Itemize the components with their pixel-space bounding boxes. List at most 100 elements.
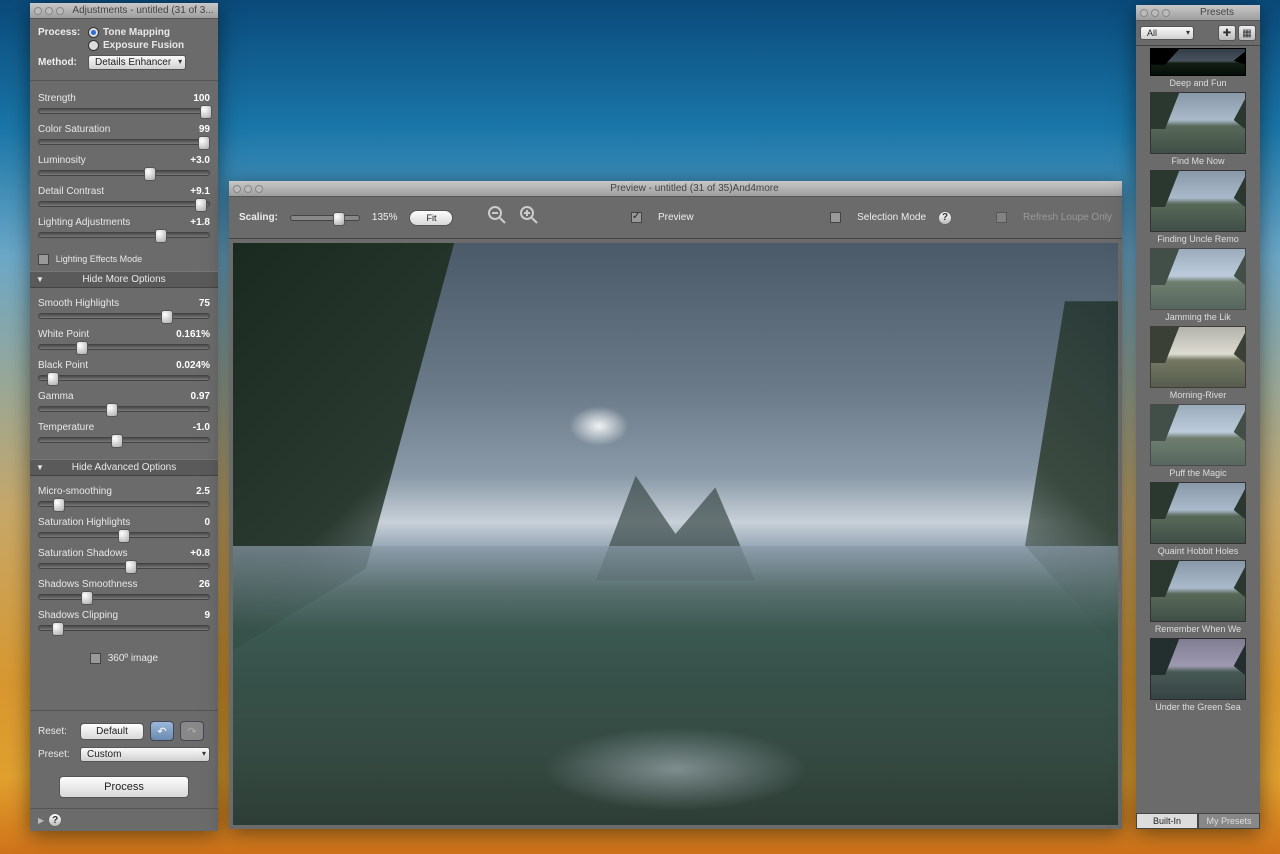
slider-thumb[interactable] — [155, 229, 167, 243]
preview-titlebar[interactable]: Preview - untitled (31 of 35)And4more — [229, 181, 1122, 197]
preset-item[interactable]: Puff the Magic — [1144, 404, 1252, 478]
exposure-fusion-radio[interactable] — [88, 40, 99, 51]
preset-item[interactable]: Quaint Hobbit Holes — [1144, 482, 1252, 556]
slider-thumb[interactable] — [195, 198, 207, 212]
preview-check-label: Preview — [658, 212, 694, 223]
360-image-check[interactable] — [90, 653, 101, 664]
zoom-out-icon[interactable] — [487, 205, 507, 230]
zoom-icon[interactable] — [56, 7, 64, 15]
preset-select[interactable]: Custom — [80, 747, 210, 762]
preset-thumb[interactable] — [1150, 170, 1246, 232]
close-icon[interactable] — [233, 185, 241, 193]
preset-thumb[interactable] — [1150, 404, 1246, 466]
add-preset-button[interactable]: ✚ — [1218, 25, 1236, 41]
help-icon[interactable]: ? — [938, 211, 952, 225]
fit-button[interactable]: Fit — [409, 210, 453, 226]
hide-more-options-header[interactable]: ▼ Hide More Options — [30, 271, 218, 288]
undo-button[interactable]: ↶ — [150, 721, 174, 741]
slider-thumb[interactable] — [106, 403, 118, 417]
slider-track[interactable] — [38, 139, 210, 145]
process-button[interactable]: Process — [59, 776, 189, 798]
redo-button[interactable]: ↷ — [180, 721, 204, 741]
slider-detail-contrast: Detail Contrast+9.1 — [38, 186, 210, 207]
slider-thumb[interactable] — [198, 136, 210, 150]
slider-thumb[interactable] — [53, 498, 65, 512]
tone-mapping-label[interactable]: Tone Mapping — [103, 27, 170, 38]
preview-image-area[interactable] — [229, 239, 1122, 829]
builtin-tab[interactable]: Built-In — [1136, 813, 1198, 829]
minimize-icon[interactable] — [45, 7, 53, 15]
help-icon[interactable]: ? — [48, 813, 62, 827]
preset-item[interactable]: Morning-River — [1144, 326, 1252, 400]
slider-track[interactable] — [38, 501, 210, 507]
slider-track[interactable] — [38, 625, 210, 631]
preset-list[interactable]: Deep and Fun Find Me NowFinding Uncle Rem… — [1136, 46, 1260, 813]
slider-thumb[interactable] — [52, 622, 64, 636]
slider-thumb[interactable] — [118, 529, 130, 543]
selection-mode-check[interactable] — [830, 212, 841, 223]
zoom-icon[interactable] — [255, 185, 263, 193]
slider-track[interactable] — [38, 594, 210, 600]
preset-item[interactable]: Jamming the Lik — [1144, 248, 1252, 322]
slider-track[interactable] — [38, 170, 210, 176]
preset-thumb[interactable] — [1150, 560, 1246, 622]
slider-track[interactable] — [38, 201, 210, 207]
main-sliders: Strength100Color Saturation99Luminosity+… — [30, 83, 218, 254]
slider-thumb[interactable] — [161, 310, 173, 324]
slider-thumb[interactable] — [144, 167, 156, 181]
minimize-icon[interactable] — [244, 185, 252, 193]
presets-titlebar[interactable]: Presets — [1136, 5, 1260, 21]
adjustments-titlebar[interactable]: Adjustments - untitled (31 of 3... — [30, 3, 218, 19]
preset-thumb[interactable] — [1150, 48, 1246, 76]
slider-label: Detail Contrast — [38, 186, 104, 197]
slider-thumb[interactable] — [47, 372, 59, 386]
preset-thumb[interactable] — [1150, 482, 1246, 544]
tone-mapping-radio[interactable] — [88, 27, 99, 38]
slider-track[interactable] — [38, 406, 210, 412]
scaling-slider[interactable] — [290, 215, 360, 221]
slider-thumb[interactable] — [125, 560, 137, 574]
slider-track[interactable] — [38, 437, 210, 443]
slider-thumb[interactable] — [200, 105, 212, 119]
slider-shadows-clipping: Shadows Clipping9 — [38, 610, 210, 631]
selection-mode-label: Selection Mode — [857, 212, 926, 223]
slider-track[interactable] — [38, 344, 210, 350]
minimize-icon[interactable] — [1151, 9, 1159, 17]
slider-track[interactable] — [38, 532, 210, 538]
grid-view-button[interactable]: ▦ — [1238, 25, 1256, 41]
refresh-loupe-check[interactable] — [996, 212, 1007, 223]
presets-title: Presets — [1178, 7, 1256, 18]
preset-item[interactable]: Remember When We — [1144, 560, 1252, 634]
close-icon[interactable] — [1140, 9, 1148, 17]
preset-item[interactable]: Finding Uncle Remo — [1144, 170, 1252, 244]
slider-thumb[interactable] — [76, 341, 88, 355]
slider-track[interactable] — [38, 232, 210, 238]
preset-item[interactable]: Under the Green Sea — [1144, 638, 1252, 712]
slider-thumb[interactable] — [81, 591, 93, 605]
exposure-fusion-label[interactable]: Exposure Fusion — [103, 40, 184, 51]
close-icon[interactable] — [34, 7, 42, 15]
zoom-icon[interactable] — [1162, 9, 1170, 17]
preset-label: Deep and Fun — [1144, 78, 1252, 88]
lighting-effects-check[interactable] — [38, 254, 49, 265]
zoom-in-icon[interactable] — [519, 205, 539, 230]
slider-black-point: Black Point0.024% — [38, 360, 210, 381]
method-select[interactable]: Details Enhancer — [88, 55, 186, 70]
preset-item[interactable]: Deep and Fun — [1144, 48, 1252, 88]
slider-track[interactable] — [38, 375, 210, 381]
disclosure-icon[interactable]: ▶ — [38, 816, 44, 825]
preset-thumb[interactable] — [1150, 92, 1246, 154]
slider-thumb[interactable] — [111, 434, 123, 448]
preview-check[interactable] — [631, 212, 642, 223]
preset-item[interactable]: Find Me Now — [1144, 92, 1252, 166]
my-presets-tab[interactable]: My Presets — [1198, 813, 1260, 829]
default-button[interactable]: Default — [80, 723, 144, 740]
preset-thumb[interactable] — [1150, 248, 1246, 310]
preset-thumb[interactable] — [1150, 638, 1246, 700]
slider-track[interactable] — [38, 313, 210, 319]
slider-track[interactable] — [38, 108, 210, 114]
hide-advanced-options-header[interactable]: ▼ Hide Advanced Options — [30, 459, 218, 476]
slider-track[interactable] — [38, 563, 210, 569]
preset-thumb[interactable] — [1150, 326, 1246, 388]
preset-filter-select[interactable]: All — [1140, 26, 1194, 40]
